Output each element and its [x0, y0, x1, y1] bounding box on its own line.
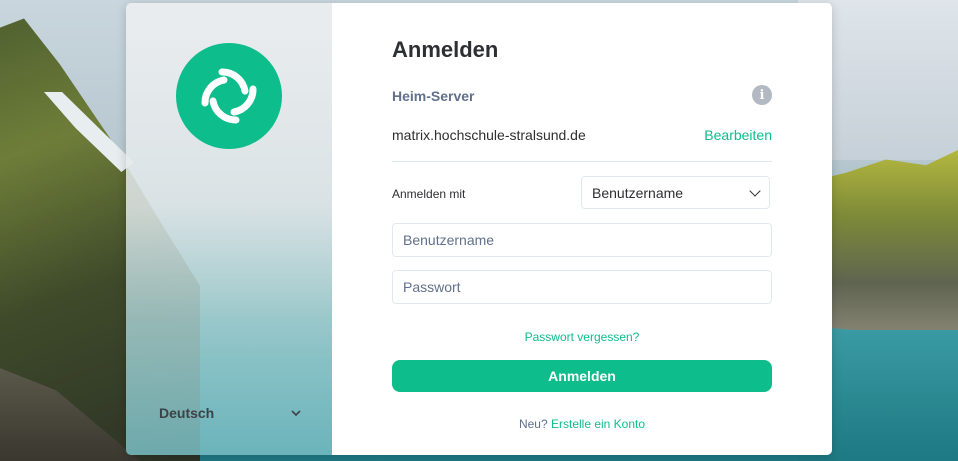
username-input[interactable]: [392, 223, 772, 257]
page-title: Anmelden: [392, 37, 499, 62]
chevron-down-icon: [291, 406, 301, 420]
forgot-password-link[interactable]: Passwort vergessen?: [392, 330, 772, 344]
login-card: Deutsch Anmelden Heim-Server i matrix.ho…: [126, 3, 832, 455]
login-method-select[interactable]: Benutzername: [581, 176, 770, 209]
element-logo-icon: [176, 43, 282, 149]
password-input[interactable]: [392, 270, 772, 304]
homeserver-value: matrix.hochschule-stralsund.de: [392, 127, 586, 143]
create-account-link[interactable]: Erstelle ein Konto: [551, 417, 645, 431]
edit-homeserver-link[interactable]: Bearbeiten: [704, 127, 772, 143]
login-method-value: Benutzername: [592, 184, 684, 201]
language-label: Deutsch: [159, 405, 215, 421]
homeserver-label: Heim-Server: [392, 88, 475, 104]
info-icon[interactable]: i: [752, 85, 772, 105]
login-with-label: Anmelden mit: [392, 187, 466, 201]
new-prefix: Neu?: [518, 417, 548, 431]
login-form-panel: Anmelden Heim-Server i matrix.hochschule…: [332, 3, 832, 455]
sign-in-button[interactable]: Anmelden: [392, 360, 772, 392]
chevron-down-icon: [749, 184, 761, 197]
card-sidebar: Deutsch: [126, 3, 332, 455]
create-account-row: Neu? Erstelle ein Konto: [392, 417, 772, 431]
language-selector[interactable]: Deutsch: [159, 405, 301, 421]
divider: [392, 161, 772, 162]
